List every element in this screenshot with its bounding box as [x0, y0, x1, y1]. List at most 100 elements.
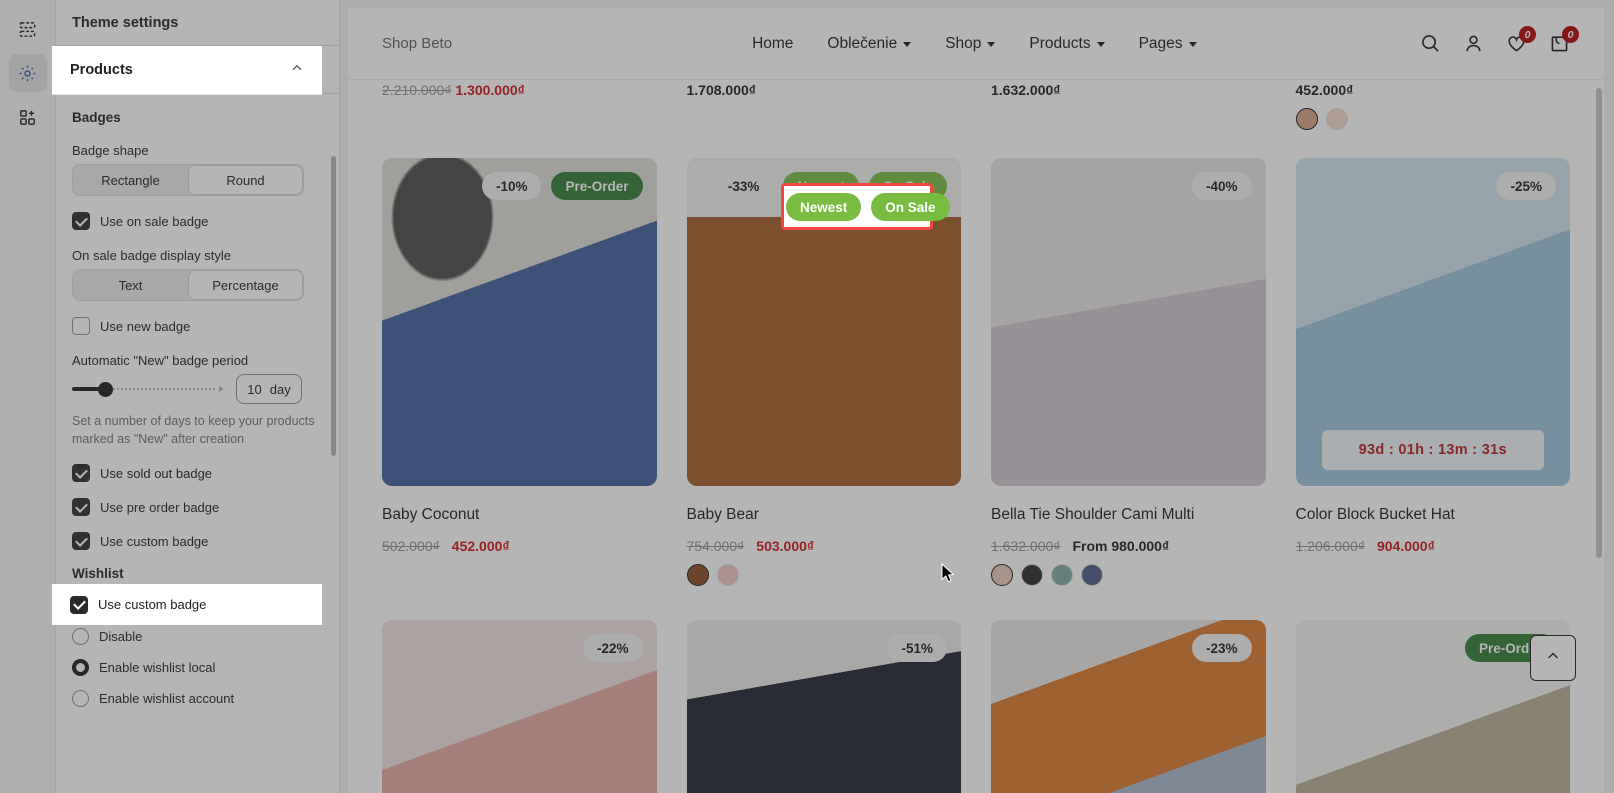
product-image[interactable]: -10% Pre-Order	[382, 158, 657, 486]
nav-item-pages[interactable]: Pages	[1139, 35, 1197, 53]
sections-icon[interactable]	[9, 10, 47, 48]
product-image[interactable]: -40%	[991, 158, 1266, 486]
product-badges: -10% Pre-Order	[382, 172, 643, 200]
product-image[interactable]: -51%	[686, 620, 961, 793]
product-price: 1.632.000₫ From 980.000₫	[991, 538, 1266, 554]
chevron-down-icon	[903, 42, 912, 47]
nav-label: Pages	[1138, 34, 1183, 52]
sale-price: 1.300.000₫	[455, 82, 525, 98]
product-badges: Pre-Order	[1296, 634, 1556, 662]
old-price: 1.632.000₫	[991, 538, 1061, 554]
discount-badge: -51%	[887, 634, 947, 662]
cart-bag-icon[interactable]: 0	[1549, 26, 1579, 54]
editor-icon-rail	[0, 0, 56, 793]
nav-item-products[interactable]: Products	[1029, 35, 1105, 53]
wishlist-heart-icon[interactable]: 0	[1506, 26, 1536, 54]
use-custom-badge-row[interactable]: Use custom badge	[72, 532, 323, 551]
nav-label: Home	[752, 34, 794, 52]
theme-settings-gear-icon[interactable]	[8, 54, 47, 92]
product-card[interactable]: -10% Pre-Order Baby Coconut 502.000₫ 452…	[382, 158, 657, 586]
use-pre-order-badge-checkbox[interactable]	[72, 498, 90, 517]
product-badges: -22%	[382, 634, 643, 662]
use-custom-badge-checkbox-highlighted[interactable]	[70, 595, 88, 614]
scroll-to-top-button[interactable]	[1530, 635, 1576, 681]
new-badge-period-unit: day	[269, 381, 291, 397]
use-sold-out-badge-row[interactable]: Use sold out badge	[72, 464, 323, 483]
new-badge-period-field[interactable]: 10 day	[236, 374, 302, 404]
use-on-sale-badge-checkbox[interactable]	[72, 212, 90, 230]
preview-scrollbar[interactable]	[1596, 88, 1602, 558]
product-card[interactable]: -25% 93d : 01h : 13m : 31s Color Block B…	[1295, 158, 1571, 586]
use-new-badge-row[interactable]: Use new badge	[72, 317, 323, 335]
color-swatch[interactable]	[1295, 108, 1318, 130]
product-image[interactable]: -23%	[991, 620, 1266, 793]
from-price: From 980.000₫	[1072, 538, 1170, 554]
sale-price: 904.000₫	[1376, 538, 1435, 554]
nav-item-shop[interactable]: Shop	[945, 35, 996, 53]
badge-shape-option-round[interactable]: Round	[188, 165, 303, 195]
use-custom-badge-row-highlighted[interactable]: Use custom badge	[52, 584, 322, 625]
nav-item-oblecenie[interactable]: Oblečenie	[827, 34, 912, 53]
color-swatch[interactable]	[716, 564, 739, 586]
use-sold-out-badge-checkbox[interactable]	[72, 464, 90, 483]
wishlist-account-label: Enable wishlist account	[99, 691, 235, 707]
use-new-badge-checkbox[interactable]	[72, 317, 90, 335]
prev-price-3: 1.632.000₫	[991, 80, 1266, 132]
product-image[interactable]: -22%	[382, 620, 657, 793]
site-header: Shop Beto Home Oblečenie Shop Products P…	[348, 8, 1604, 80]
product-card[interactable]: -40% Bella Tie Shoulder Cami Multi 1.632…	[991, 158, 1266, 586]
use-on-sale-badge-row[interactable]: Use on sale badge	[72, 212, 323, 230]
wishlist-local-radio[interactable]	[72, 659, 89, 677]
use-custom-badge-checkbox[interactable]	[72, 532, 90, 551]
new-badge-period-slider[interactable]	[72, 380, 224, 398]
account-icon[interactable]	[1463, 33, 1484, 54]
badge-shape-option-rectangle[interactable]: Rectangle	[73, 165, 188, 195]
product-title[interactable]: Baby Bear	[687, 506, 962, 524]
products-accordion-header-highlighted[interactable]: Products	[52, 46, 322, 95]
color-swatch[interactable]	[991, 564, 1013, 586]
product-card[interactable]: -22%	[382, 620, 657, 793]
color-swatch[interactable]	[1325, 108, 1348, 130]
next-product-row: -22% -51% -23% Pre-Order	[382, 620, 1570, 793]
product-price: 1.206.000₫ 904.000₫	[1296, 538, 1571, 554]
product-image[interactable]: -25% 93d : 01h : 13m : 31s	[1295, 158, 1570, 486]
use-pre-order-badge-row[interactable]: Use pre order badge	[72, 498, 323, 517]
color-swatch[interactable]	[686, 564, 709, 586]
badge-shape-segmented[interactable]: Rectangle Round	[72, 164, 304, 196]
search-icon[interactable]	[1420, 33, 1441, 54]
on-sale-style-segmented[interactable]: Text Percentage	[72, 269, 304, 301]
product-title[interactable]: Bella Tie Shoulder Cami Multi	[991, 506, 1266, 524]
product-title[interactable]: Color Block Bucket Hat	[1296, 506, 1571, 524]
color-swatch[interactable]	[1051, 564, 1073, 586]
product-card[interactable]: -51%	[686, 620, 961, 793]
highlighted-custom-badges: Newest On Sale	[786, 193, 950, 221]
product-photo	[382, 158, 657, 486]
nav-label: Oblečenie	[827, 34, 898, 52]
app-blocks-icon[interactable]	[9, 98, 47, 136]
panel-scrollbar[interactable]	[331, 156, 336, 456]
product-title[interactable]: Baby Coconut	[382, 506, 657, 524]
discount-badge: -40%	[1191, 172, 1252, 200]
wishlist-disable-label: Disable	[99, 629, 143, 645]
wishlist-option-account[interactable]: Enable wishlist account	[72, 690, 323, 708]
wishlist-option-disable[interactable]: Disable	[72, 628, 323, 646]
product-card[interactable]: Pre-Order	[1295, 620, 1570, 793]
slider-handle[interactable]	[98, 381, 113, 397]
wishlist-disable-radio[interactable]	[72, 628, 89, 646]
product-card[interactable]: -23%	[991, 620, 1266, 793]
on-sale-style-option-percentage[interactable]: Percentage	[188, 270, 303, 300]
color-swatch[interactable]	[1081, 564, 1103, 586]
chevron-up-icon	[290, 61, 304, 80]
color-swatch[interactable]	[1021, 564, 1043, 586]
on-sale-style-option-text[interactable]: Text	[73, 270, 188, 300]
wishlist-option-local[interactable]: Enable wishlist local	[72, 659, 323, 677]
product-swatches	[991, 564, 1266, 586]
wishlist-account-radio[interactable]	[72, 690, 89, 708]
product-grid-area: 2.210.000₫ 1.300.000₫ 1.708.000₫ 1.632.0…	[348, 80, 1604, 793]
product-image[interactable]: Pre-Order	[1295, 620, 1570, 793]
shop-logo[interactable]: Shop Beto	[382, 35, 452, 52]
wishlist-local-label: Enable wishlist local	[99, 660, 216, 676]
badges-group-title: Badges	[72, 110, 121, 125]
use-on-sale-badge-label: Use on sale badge	[100, 213, 209, 229]
nav-item-home[interactable]: Home	[752, 35, 793, 53]
